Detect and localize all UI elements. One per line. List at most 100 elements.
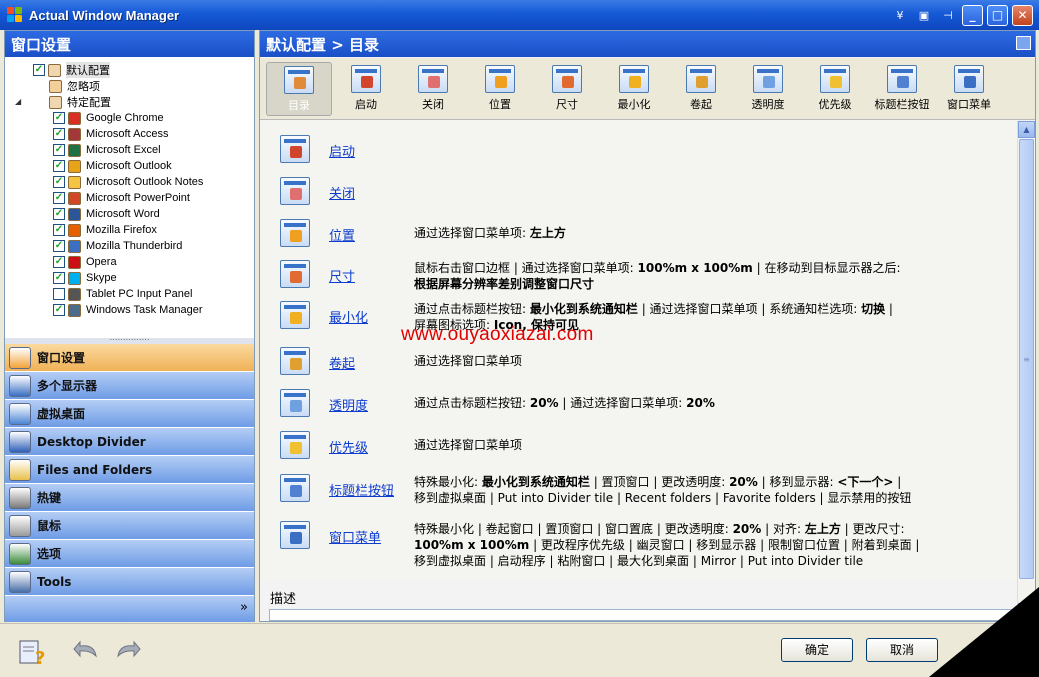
- tree-item[interactable]: ✓ Microsoft Excel: [53, 142, 161, 158]
- tree-checkbox[interactable]: ✓: [53, 128, 65, 140]
- toolbar-button[interactable]: 最小化: [601, 62, 667, 116]
- toolbar-button[interactable]: 位置: [467, 62, 533, 116]
- settings-link[interactable]: 启动: [329, 141, 355, 160]
- settings-link[interactable]: 优先级: [329, 437, 368, 456]
- settings-link[interactable]: 标题栏按钮: [329, 480, 394, 499]
- window-setting-icon: [351, 65, 381, 93]
- tree-item[interactable]: 特定配置: [49, 94, 111, 110]
- tree-checkbox[interactable]: [53, 288, 65, 300]
- settings-link[interactable]: 尺寸: [329, 266, 355, 285]
- tree-item[interactable]: ✓ Microsoft Outlook: [53, 158, 172, 174]
- tree-item-label: Tablet PC Input Panel: [86, 288, 193, 300]
- tree-checkbox[interactable]: ✓: [53, 176, 65, 188]
- window-setting-icon: [280, 219, 310, 247]
- window-setting-icon: [280, 521, 310, 549]
- settings-link[interactable]: 透明度: [329, 395, 368, 414]
- tree-item-label: Mozilla Firefox: [86, 224, 157, 236]
- notes-icon: [68, 175, 81, 189]
- toolbar-button-label: 卷起: [690, 98, 712, 111]
- tree-checkbox[interactable]: ✓: [53, 224, 65, 236]
- toolbar-button[interactable]: 尺寸: [534, 62, 600, 116]
- tree-checkbox[interactable]: ✓: [53, 192, 65, 204]
- tree-checkbox[interactable]: ✓: [53, 144, 65, 156]
- title-bar[interactable]: Actual Window Manager ¥ ▣ ⊣ _ □ ✕: [0, 0, 1039, 30]
- settings-link[interactable]: 卷起: [329, 353, 355, 372]
- window-setting-icon: [820, 65, 850, 93]
- tree-checkbox[interactable]: ✓: [53, 240, 65, 252]
- nav-item[interactable]: 多个显示器: [5, 372, 254, 400]
- tree-item[interactable]: ✓ Microsoft Outlook Notes: [53, 174, 203, 190]
- tree-item[interactable]: ✓ Microsoft PowerPoint: [53, 190, 190, 206]
- tree-item[interactable]: ✓ 默认配置: [33, 62, 110, 78]
- toolbar-button[interactable]: 标题栏按钮: [869, 62, 935, 116]
- tree-item[interactable]: ✓ Google Chrome: [53, 110, 164, 126]
- tree-checkbox[interactable]: ✓: [53, 256, 65, 268]
- settings-link[interactable]: 窗口菜单: [329, 527, 381, 546]
- roll-up-icon[interactable]: ¥: [890, 6, 910, 26]
- nav-item[interactable]: 热键: [5, 484, 254, 512]
- minimize-button[interactable]: _: [962, 5, 983, 26]
- settings-link[interactable]: 关闭: [329, 183, 355, 202]
- toolbar-button[interactable]: 目录: [266, 62, 332, 116]
- window-setting-icon: [280, 177, 310, 205]
- tree-item[interactable]: ✓ Microsoft Access: [53, 126, 169, 142]
- tree-item-label: Microsoft Access: [86, 128, 169, 140]
- tree-item[interactable]: ✓ Microsoft Word: [53, 206, 160, 222]
- cancel-button[interactable]: 取消: [866, 638, 938, 662]
- tree-item[interactable]: ✓ Skype: [53, 270, 117, 286]
- toolbar-button-label: 关闭: [422, 98, 444, 111]
- stay-on-top-icon[interactable]: ▣: [914, 6, 934, 26]
- tree-checkbox[interactable]: ✓: [53, 208, 65, 220]
- tree-item[interactable]: ✓ Mozilla Firefox: [53, 222, 157, 238]
- scroll-thumb[interactable]: ≡: [1019, 139, 1034, 579]
- settings-link[interactable]: 最小化: [329, 307, 368, 326]
- taskmgr-icon: [68, 303, 81, 317]
- nav-list: 窗口设置 多个显示器 虚拟桌面 Desktop Divider Files and Fo…: [5, 344, 254, 622]
- redo-icon[interactable]: [112, 638, 142, 666]
- tree-checkbox[interactable]: ✓: [53, 304, 65, 316]
- toolbar-button[interactable]: 卷起: [668, 62, 734, 116]
- nav-icon: [9, 374, 31, 397]
- tree-item-label: Skype: [86, 272, 117, 284]
- window-setting-icon: [280, 301, 310, 329]
- toolbar-button[interactable]: 优先级: [802, 62, 868, 116]
- maximize-button[interactable]: □: [987, 5, 1008, 26]
- nav-item[interactable]: 选项: [5, 540, 254, 568]
- nav-more-button[interactable]: »: [5, 596, 254, 622]
- nav-item[interactable]: 窗口设置: [5, 344, 254, 372]
- toolbar-button[interactable]: 窗口菜单: [936, 62, 1002, 116]
- close-button[interactable]: ✕: [1012, 5, 1033, 26]
- help-icon[interactable]: ?: [18, 638, 48, 666]
- tree-item[interactable]: ✓ Windows Task Manager: [53, 302, 203, 318]
- toolbar-button[interactable]: 透明度: [735, 62, 801, 116]
- nav-item[interactable]: Tools: [5, 568, 254, 596]
- tree-item[interactable]: ✓ Opera: [53, 254, 117, 270]
- pin-icon[interactable]: ⊣: [938, 6, 958, 26]
- tree-item-label: Windows Task Manager: [86, 304, 203, 316]
- nav-item[interactable]: Desktop Divider: [5, 428, 254, 456]
- chrome-icon: [68, 111, 81, 125]
- ok-button[interactable]: 确定: [781, 638, 853, 662]
- tree-checkbox[interactable]: ✓: [53, 112, 65, 124]
- window-setting-icon: [280, 389, 310, 417]
- settings-link[interactable]: 位置: [329, 225, 355, 244]
- expand-toggle-icon[interactable]: ◢: [15, 97, 21, 106]
- undo-icon[interactable]: [72, 638, 102, 666]
- nav-item[interactable]: 鼠标: [5, 512, 254, 540]
- tree-item[interactable]: ✓ Mozilla Thunderbird: [53, 238, 182, 254]
- nav-item[interactable]: 虚拟桌面: [5, 400, 254, 428]
- restore-pane-icon[interactable]: [1016, 36, 1031, 50]
- toolbar-button[interactable]: 关闭: [400, 62, 466, 116]
- tree-checkbox[interactable]: ✓: [53, 160, 65, 172]
- tree-item[interactable]: 忽略项: [49, 78, 100, 94]
- tree-item[interactable]: Tablet PC Input Panel: [53, 286, 192, 302]
- nav-item[interactable]: Files and Folders: [5, 456, 254, 484]
- tree-checkbox[interactable]: ✓: [53, 272, 65, 284]
- vertical-scrollbar[interactable]: ▲ ≡ ▼: [1017, 121, 1035, 620]
- nav-icon: [9, 346, 31, 369]
- toolbar-button[interactable]: 启动: [333, 62, 399, 116]
- outlook-icon: [68, 159, 81, 173]
- config-tree[interactable]: ✓ 默认配置 忽略项 特定配置 ✓ Google Chrome ✓ Microsoft Acc…: [5, 57, 254, 337]
- scroll-up-arrow[interactable]: ▲: [1018, 121, 1035, 138]
- tree-checkbox[interactable]: ✓: [33, 64, 45, 76]
